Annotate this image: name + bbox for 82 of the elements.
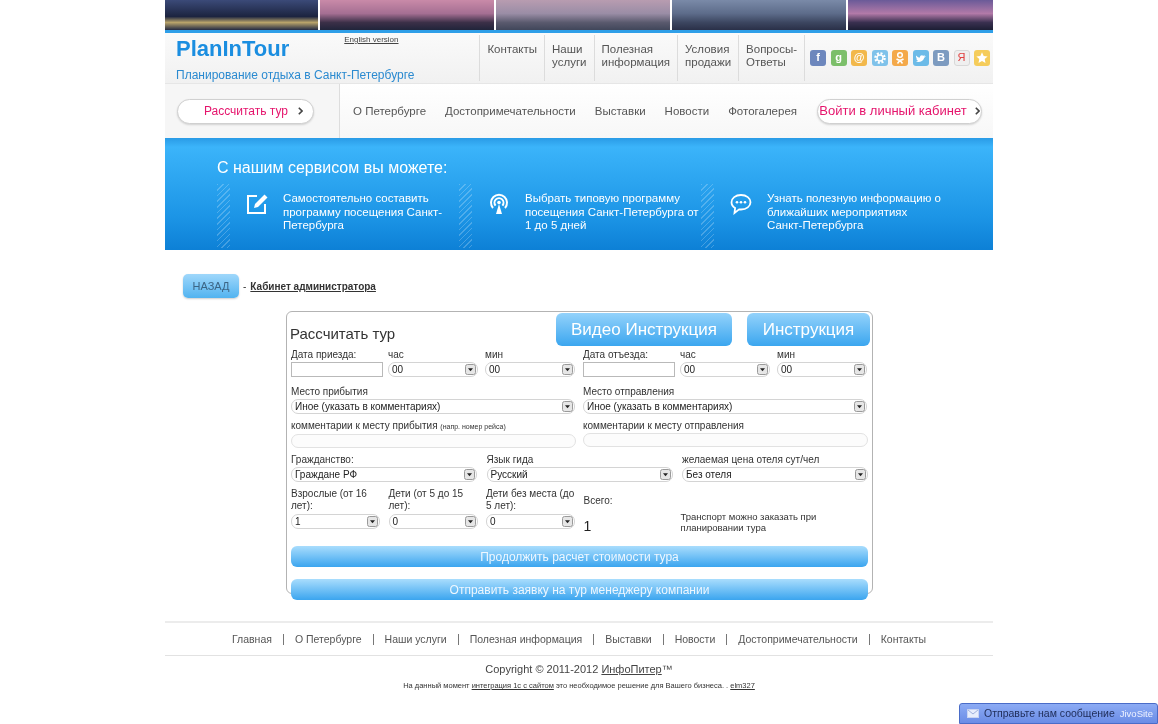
brand-text: JivoSite xyxy=(1119,708,1153,719)
pencil-square-icon xyxy=(246,193,268,215)
dropdown[interactable]: Иное (указать в комментариях) xyxy=(583,399,867,414)
comment-input[interactable] xyxy=(291,434,576,448)
dropdown[interactable]: Без отеля xyxy=(682,467,868,482)
dropdown[interactable]: 0 xyxy=(388,514,478,529)
speech-bubble-icon xyxy=(730,193,752,215)
gear-icon[interactable] xyxy=(871,49,888,66)
field-label: мин xyxy=(485,349,504,361)
hatched-stripe xyxy=(701,184,714,248)
nav-link[interactable]: Наши услуги xyxy=(544,35,594,81)
footer-link[interactable]: Полезная информация xyxy=(469,632,583,646)
feature-text: Выбрать типовую программу посещения Санкт-Петербурга от 1 до 5 дней xyxy=(525,192,700,233)
footer-link[interactable]: Контакты xyxy=(880,632,927,646)
footer-link[interactable]: О Петербурге xyxy=(294,632,362,646)
dropdown[interactable]: Русский xyxy=(486,467,673,482)
date-input[interactable] xyxy=(583,362,675,377)
footer-link[interactable]: Новости xyxy=(674,632,716,646)
nav-link[interactable]: Новости xyxy=(664,104,710,118)
field-label: Дата отъезда: xyxy=(583,349,649,361)
dropdown[interactable]: Граждане РФ xyxy=(291,467,477,482)
field-label: мин xyxy=(777,349,796,361)
nav-link[interactable]: Вопросы-Ответы xyxy=(738,35,805,81)
letter-tile-icon[interactable]: Я xyxy=(953,49,970,66)
dropdown[interactable]: Иное (указать в комментариях) xyxy=(291,399,575,414)
star-icon[interactable] xyxy=(974,49,990,66)
field-label: Взрослые (от 16 лет): xyxy=(291,488,368,512)
field-label: Дети (от 5 до 15 лет): xyxy=(388,488,465,512)
person-figure-icon[interactable] xyxy=(892,49,908,66)
nav-link[interactable]: Контакты xyxy=(479,35,545,81)
bird-icon[interactable] xyxy=(912,49,929,66)
field-label: Место отправления xyxy=(583,386,676,398)
dropdown[interactable]: 00 xyxy=(777,362,867,377)
feature-text: Самостоятельно составить программу посещения Санкт-Петербурга xyxy=(283,192,444,233)
footer-link[interactable]: Главная xyxy=(231,632,272,646)
footer-link[interactable]: Достопримечательности xyxy=(738,632,858,646)
hatched-stripe xyxy=(217,184,230,248)
comment-input[interactable] xyxy=(583,433,868,447)
form-title: Рассчитать тур xyxy=(290,325,396,343)
footer-link[interactable]: Наши услуги xyxy=(384,632,447,646)
field-label: Место прибытия xyxy=(291,386,369,398)
banner-title: С нашим сервисом вы можете: xyxy=(217,159,449,177)
copyright-text: Copyright © 2011-2012 ИнфоПитер™ xyxy=(484,663,674,676)
letter-tile-icon[interactable]: f xyxy=(810,49,826,66)
transport-note: Транспорт можно заказать при планировании тура xyxy=(680,511,818,533)
feature-text: Узнать полезную информацию о ближайших мероприятиях Санкт-Петербурга xyxy=(767,192,942,233)
field-label: желаемая цена отеля сут/чел xyxy=(682,454,821,466)
chat-widget-button[interactable]: Отправьте нам сообщение JivoSite xyxy=(959,703,1158,724)
breadcrumb-link[interactable]: Кабинет администратора xyxy=(250,278,376,294)
field-label: час xyxy=(388,349,405,361)
dropdown[interactable]: 00 xyxy=(485,362,575,377)
site-tagline: Планирование отдыха в Санкт-Петербурге xyxy=(176,69,416,82)
dropdown[interactable]: 00 xyxy=(680,362,770,377)
field-label: Дата приезда: xyxy=(291,349,358,361)
antenna-icon xyxy=(488,193,510,215)
field-label: час xyxy=(680,349,697,361)
field-label: комментарии к месту отправления xyxy=(583,420,745,432)
nav-link[interactable]: Выставки xyxy=(594,104,646,118)
nav-link[interactable]: Полезная информация xyxy=(593,35,678,81)
footer-link[interactable]: Выставки xyxy=(605,632,652,646)
dropdown[interactable]: 0 xyxy=(486,514,575,529)
calculate-tour-button[interactable]: Рассчитать тур xyxy=(177,98,314,124)
nav-link[interactable]: Фотогалерея xyxy=(728,104,797,118)
envelope-icon xyxy=(967,709,979,718)
login-button[interactable]: Войти в личный кабинет xyxy=(817,98,982,124)
breadcrumb-separator: - xyxy=(243,279,247,294)
field-label: Язык гида xyxy=(486,454,535,466)
field-label: Всего: xyxy=(583,495,614,507)
dropdown[interactable]: 1 xyxy=(291,514,380,529)
hatched-stripe xyxy=(459,184,472,248)
chevron-right-icon xyxy=(298,107,303,115)
chevron-right-icon xyxy=(974,107,980,115)
nav-link[interactable]: О Петербурге xyxy=(353,104,427,118)
text-link[interactable]: ИнфоПитер xyxy=(601,663,662,675)
dropdown[interactable]: 00 xyxy=(388,362,478,377)
field-label: Гражданство: xyxy=(291,454,355,466)
nav-link[interactable]: Достопримечательности xyxy=(445,104,576,118)
nav-link[interactable]: Условия продажи xyxy=(677,35,739,81)
field-label: Дети без места (до 5 лет): xyxy=(486,488,575,512)
total-count: 1 xyxy=(583,519,593,533)
date-input[interactable] xyxy=(291,362,383,377)
language-link[interactable]: English version xyxy=(344,35,399,45)
